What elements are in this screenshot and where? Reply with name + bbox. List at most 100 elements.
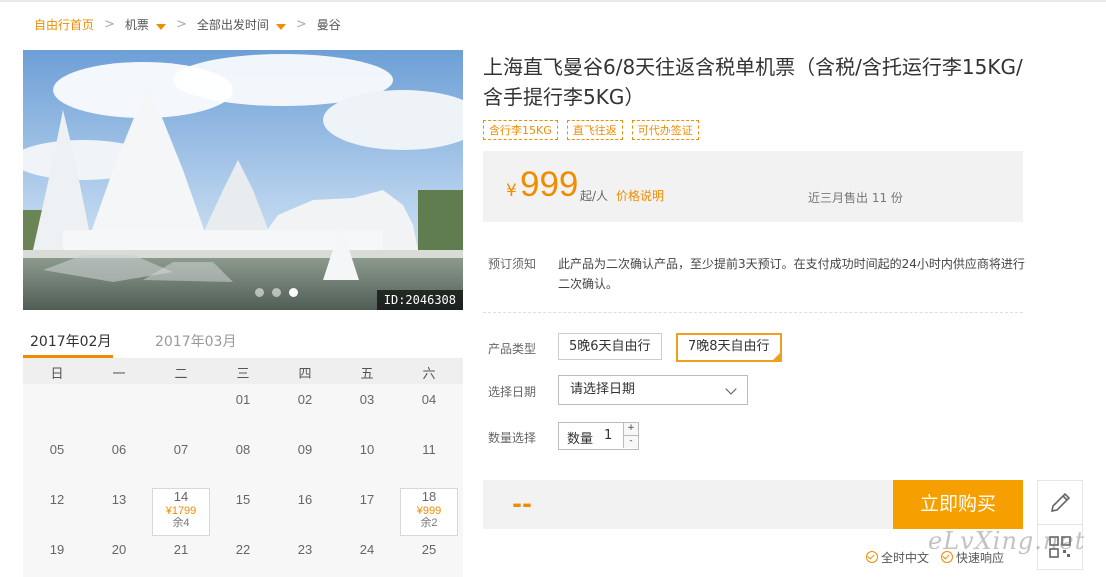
product-title: 上海直飞曼谷6/8天往返含税单机票（含税/含托运行李15KG/含手提行李5KG） bbox=[483, 55, 1023, 109]
date-label: 选择日期 bbox=[488, 385, 537, 399]
quantity-decrease-button[interactable]: - bbox=[623, 436, 638, 448]
slide-dot[interactable] bbox=[272, 288, 281, 297]
calendar-day: 08 bbox=[235, 442, 251, 457]
calendar-day-remaining: 余4 bbox=[172, 517, 190, 529]
product-type-label: 产品类型 bbox=[488, 342, 537, 356]
caret-down-icon bbox=[275, 23, 286, 30]
breadcrumb-separator: > bbox=[175, 16, 187, 32]
calendar-month-tabs: 2017年02月 2017年03月 bbox=[23, 325, 463, 358]
price-box: ¥ 999 起/人 价格说明 近三月售出 11 份 bbox=[483, 151, 1023, 222]
watermark: eLvXing.net bbox=[928, 527, 1086, 555]
slide-indicators bbox=[255, 288, 298, 297]
calendar-day-number: 14 bbox=[173, 489, 189, 504]
calendar-day-number: 18 bbox=[421, 489, 437, 504]
calendar-day-available[interactable]: 18 ¥999 余2 bbox=[400, 488, 458, 536]
calendar-day: 10 bbox=[359, 442, 375, 457]
calendar-day: 22 bbox=[235, 542, 251, 557]
weekday-label: 六 bbox=[422, 367, 436, 382]
calendar-day: 13 bbox=[111, 492, 127, 507]
currency-symbol: ¥ bbox=[506, 181, 517, 201]
edit-feedback-button[interactable] bbox=[1037, 480, 1083, 526]
chevron-down-icon bbox=[725, 383, 737, 395]
quantity-label: 数量选择 bbox=[488, 431, 537, 445]
quantity-stepper: 数量 1 + - bbox=[558, 422, 639, 450]
breadcrumb: 自由行首页 > 机票 > 全部出发时间 > 曼谷 bbox=[34, 14, 341, 34]
calendar-day-remaining: 余2 bbox=[420, 517, 438, 529]
tag-direct-flight: 直飞往返 bbox=[566, 120, 623, 140]
calendar-day-price: ¥999 bbox=[416, 505, 442, 517]
calendar-day: 21 bbox=[173, 542, 189, 557]
calendar-day: 06 bbox=[111, 442, 127, 457]
weekday-label: 三 bbox=[236, 367, 250, 382]
tab-month-mar[interactable]: 2017年03月 bbox=[155, 331, 236, 351]
slide-dot-active[interactable] bbox=[289, 288, 298, 297]
calendar-day: 25 bbox=[421, 542, 437, 557]
section-divider bbox=[483, 312, 1023, 313]
product-id-label: ID:2046308 bbox=[376, 290, 463, 310]
product-photo[interactable]: ID:2046308 bbox=[23, 50, 463, 310]
calendar-day: 07 bbox=[173, 442, 189, 457]
calendar-day: 19 bbox=[49, 542, 65, 557]
weekday-label: 五 bbox=[360, 367, 374, 382]
white-temple-image bbox=[23, 50, 463, 310]
calendar-grid: 日 一 二 三 四 五 六 01 02 03 04 05 06 07 08 09… bbox=[23, 358, 463, 577]
breadcrumb-bangkok[interactable]: 曼谷 bbox=[317, 16, 341, 33]
sales-count: 近三月售出 11 份 bbox=[808, 191, 903, 205]
tag-baggage: 含行李15KG bbox=[483, 120, 558, 140]
calendar-day: 04 bbox=[421, 392, 437, 407]
total-price: -- bbox=[512, 490, 532, 518]
calendar-day: 16 bbox=[297, 492, 313, 507]
weekday-label: 日 bbox=[50, 367, 64, 382]
calendar-day: 12 bbox=[49, 492, 65, 507]
weekday-label: 四 bbox=[298, 367, 312, 382]
breadcrumb-departure-label: 全部出发时间 bbox=[196, 17, 269, 32]
calendar-day: 24 bbox=[359, 542, 375, 557]
price-unit: 起/人 bbox=[580, 189, 609, 203]
date-select-placeholder: 请选择日期 bbox=[570, 382, 636, 397]
badge-chinese-service: 全时中文 bbox=[866, 549, 929, 566]
calendar-day: 03 bbox=[359, 392, 375, 407]
tag-visa: 可代办签证 bbox=[631, 120, 699, 140]
breadcrumb-flight-label: 机票 bbox=[124, 17, 149, 32]
calendar-day: 02 bbox=[297, 392, 313, 407]
breadcrumb-flight-dropdown[interactable]: 机票 bbox=[125, 16, 166, 33]
quantity-increase-button[interactable]: + bbox=[623, 423, 638, 436]
weekday-label: 一 bbox=[112, 367, 126, 382]
notice-label: 预订须知 bbox=[488, 257, 537, 271]
check-circle-icon bbox=[866, 551, 878, 563]
booking-notice: 此产品为二次确认产品，至少提前3天预订。在支付成功时间起的24小时内供应商将进行… bbox=[558, 257, 1025, 291]
product-tags: 含行李15KG 直飞往返 可代办签证 bbox=[483, 120, 699, 140]
calendar-day: 15 bbox=[235, 492, 251, 507]
date-select[interactable]: 请选择日期 bbox=[558, 375, 748, 405]
calendar-day-available[interactable]: 14 ¥1799 余4 bbox=[152, 488, 210, 536]
price-explain-link[interactable]: 价格说明 bbox=[616, 187, 664, 204]
buy-now-button[interactable]: 立即购买 bbox=[893, 480, 1023, 529]
caret-down-icon bbox=[155, 23, 166, 30]
calendar-day: 17 bbox=[359, 492, 375, 507]
breadcrumb-separator: > bbox=[295, 16, 307, 32]
type-option-6-days[interactable]: 5晚6天自由行 bbox=[558, 333, 662, 360]
badge-label: 全时中文 bbox=[881, 551, 930, 565]
pencil-icon bbox=[1050, 492, 1071, 513]
weekday-label: 二 bbox=[174, 367, 188, 382]
price-value: 999 bbox=[520, 165, 579, 204]
type-option-8-days[interactable]: 7晚8天自由行 bbox=[676, 333, 782, 362]
top-border bbox=[0, 0, 1106, 2]
slide-dot[interactable] bbox=[255, 288, 264, 297]
quantity-value[interactable]: 1 bbox=[604, 428, 612, 443]
selected-check-icon bbox=[771, 352, 781, 361]
calendar-day: 09 bbox=[297, 442, 313, 457]
breadcrumb-separator: > bbox=[104, 16, 115, 32]
calendar-day: 01 bbox=[235, 392, 251, 407]
calendar-day: 11 bbox=[422, 442, 436, 457]
breadcrumb-home-link[interactable]: 自由行首页 bbox=[34, 16, 94, 33]
purchase-bar: -- 立即购买 bbox=[483, 480, 1023, 529]
tab-month-feb[interactable]: 2017年02月 bbox=[30, 331, 111, 351]
calendar-day-price: ¥1799 bbox=[165, 505, 197, 517]
type-option-label: 7晚8天自由行 bbox=[688, 339, 770, 354]
calendar-weekday-header: 日 一 二 三 四 五 六 bbox=[23, 358, 463, 384]
calendar-day: 23 bbox=[297, 542, 313, 557]
calendar-day: 05 bbox=[49, 442, 65, 457]
breadcrumb-departure-time-dropdown[interactable]: 全部出发时间 bbox=[197, 16, 286, 33]
calendar-day: 20 bbox=[111, 542, 127, 557]
